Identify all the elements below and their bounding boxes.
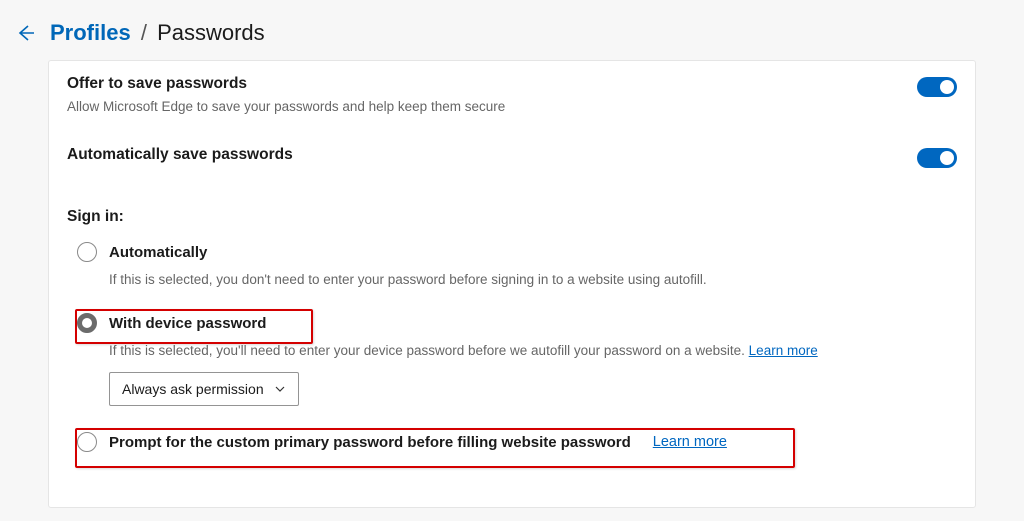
offer-save-desc: Allow Microsoft Edge to save your passwo…: [67, 99, 917, 114]
offer-save-row: Offer to save passwords Allow Microsoft …: [49, 61, 975, 124]
auto-save-title: Automatically save passwords: [67, 146, 917, 164]
breadcrumb-sep: /: [137, 20, 151, 45]
auto-save-row: Automatically save passwords: [49, 124, 975, 178]
settings-card: Offer to save passwords Allow Microsoft …: [48, 60, 976, 508]
auto-save-toggle[interactable]: [917, 148, 957, 168]
radio-automatically[interactable]: [77, 242, 97, 262]
sign-in-options: Automatically If this is selected, you d…: [49, 234, 975, 466]
option-custom-primary: Prompt for the custom primary password b…: [77, 424, 957, 466]
dropdown-value: Always ask permission: [122, 381, 264, 397]
custom-learn-more-link[interactable]: Learn more: [653, 434, 727, 450]
chevron-down-icon: [274, 383, 286, 395]
option-device-password: With device password If this is selected…: [77, 305, 957, 406]
radio-device-password-label: With device password: [109, 315, 266, 332]
offer-save-title: Offer to save passwords: [67, 75, 917, 93]
breadcrumb-current: Passwords: [157, 20, 265, 45]
breadcrumb: Profiles / Passwords: [0, 0, 1024, 60]
offer-save-toggle[interactable]: [917, 77, 957, 97]
option-automatically: Automatically If this is selected, you d…: [77, 234, 957, 287]
device-permission-dropdown[interactable]: Always ask permission: [109, 372, 299, 406]
breadcrumb-text: Profiles / Passwords: [50, 20, 265, 46]
sign-in-header: Sign in:: [49, 178, 975, 234]
radio-custom-primary-label: Prompt for the custom primary password b…: [109, 434, 631, 451]
breadcrumb-root[interactable]: Profiles: [50, 20, 131, 45]
radio-automatically-label: Automatically: [109, 244, 207, 261]
option-automatically-desc: If this is selected, you don't need to e…: [109, 272, 957, 287]
device-learn-more-link[interactable]: Learn more: [749, 343, 818, 358]
back-arrow-icon[interactable]: [16, 23, 36, 43]
radio-custom-primary[interactable]: [77, 432, 97, 452]
device-desc-text: If this is selected, you'll need to ente…: [109, 343, 749, 358]
radio-device-password[interactable]: [77, 313, 97, 333]
option-device-password-desc: If this is selected, you'll need to ente…: [109, 343, 957, 358]
